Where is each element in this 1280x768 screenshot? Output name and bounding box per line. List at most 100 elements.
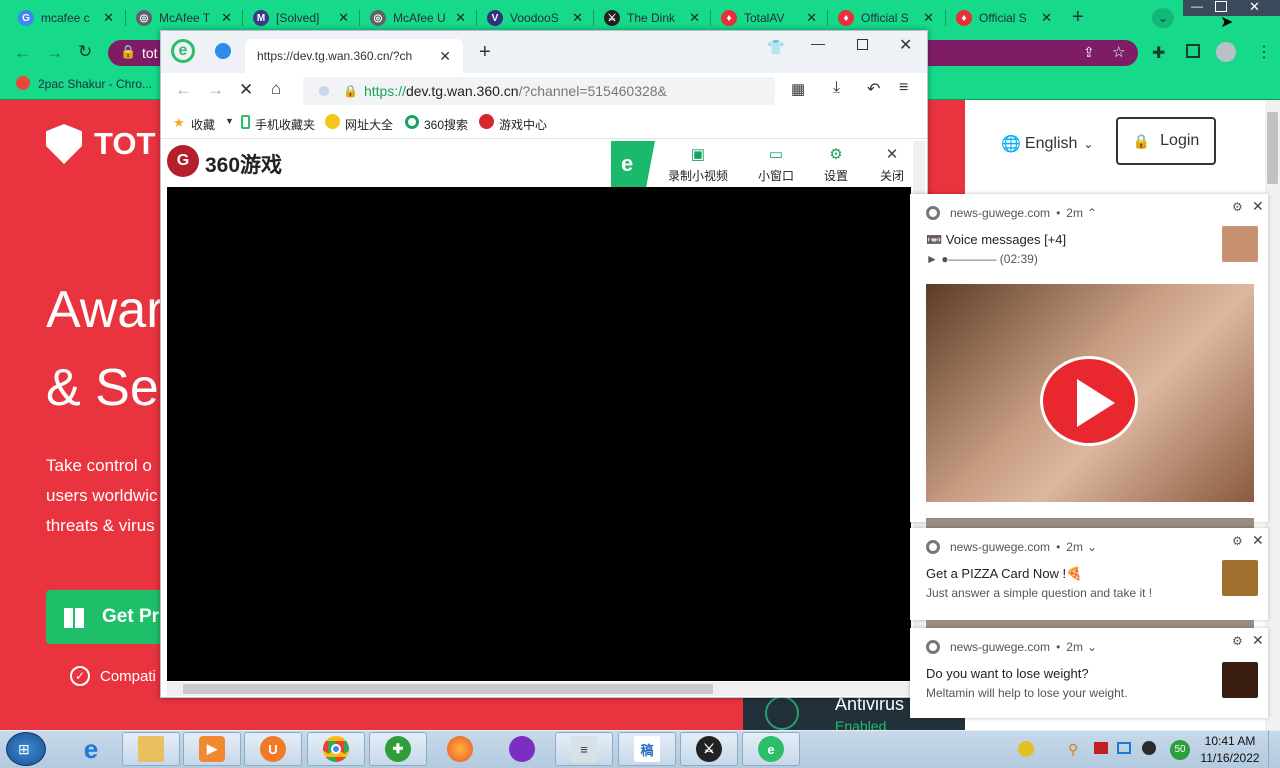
extensions-icon[interactable]: ✚ [1152,43,1165,63]
chrome-tab[interactable]: ♦ Official S ✕ [948,4,1060,32]
chevron-down-icon[interactable]: ⌄ [1087,640,1097,654]
taskbar-firefox[interactable] [432,733,488,765]
b360-logo-icon[interactable]: e [171,39,195,63]
game-canvas[interactable] [167,187,911,681]
b360-back-icon[interactable]: ← [175,80,192,100]
page-scrollbar-thumb[interactable] [1267,112,1278,184]
taskbar-game[interactable]: ⚔ [680,732,738,766]
restore-icon[interactable] [1215,1,1227,12]
taskbar-media[interactable]: ▶ [183,732,241,766]
back-icon[interactable]: ← [14,43,31,63]
b360-send-icon[interactable] [215,43,231,59]
close-icon[interactable]: ✕ [1252,532,1264,549]
settings-button[interactable]: ⚙ 设置 [819,147,853,184]
b360-tab-close-icon[interactable]: ✕ [439,48,451,65]
tab-close-icon[interactable]: ✕ [103,10,114,26]
tab-close-icon[interactable]: ✕ [689,10,700,26]
b360-stop-icon[interactable]: ✕ [239,80,253,100]
chevron-down-icon[interactable]: ⌄ [1087,540,1097,554]
b360-menu-icon[interactable]: ≡ [899,79,908,97]
b360-tab[interactable]: https://dev.tg.wan.360.cn/?ch ✕ [245,39,463,73]
chrome-tab[interactable]: ⚔ The Dink ✕ [596,4,708,32]
b360-skin-icon[interactable]: 👕 [767,39,784,56]
reload-icon[interactable]: ↻ [78,42,92,62]
taskbar-uc[interactable]: U [244,732,302,766]
b360-close-icon[interactable]: ✕ [899,35,912,55]
close-icon[interactable]: ✕ [1252,632,1264,649]
chrome-tab[interactable]: ◎ McAfee U ✕ [362,4,474,32]
profile-icon[interactable] [1216,42,1236,62]
start-button[interactable]: ⊞ [6,732,46,766]
menu-icon[interactable]: ⋮ [1256,42,1272,62]
monitor-icon[interactable] [1117,742,1131,754]
b360-minimize-icon[interactable]: — [811,35,825,51]
b360-bookmark-mobile[interactable]: 手机收藏夹 [255,116,315,133]
clock-time[interactable]: 10:41 AM [1200,734,1260,748]
close-window-icon[interactable]: ✕ [1249,0,1260,15]
star-icon[interactable]: ☆ [1112,43,1125,61]
share-icon[interactable]: ⇪ [1083,44,1095,61]
minimize-icon[interactable]: — [1191,0,1203,13]
notification-card[interactable]: news-guwege.com • 2m ⌃ ⚙ ✕ 📼 Voice messages… [910,194,1268,522]
taskbar-notepad[interactable]: ≡ [555,732,613,766]
gear-icon[interactable]: ⚙ [1232,200,1243,214]
b360-new-tab-button[interactable]: + [479,41,491,64]
search-icon[interactable]: ⚲ [1068,741,1078,758]
gear-icon[interactable]: ⚙ [1232,634,1243,648]
game-scrollbar-thumb[interactable] [183,684,713,694]
close-game-button[interactable]: ✕ 关闭 [875,147,909,184]
taskbar-360browser[interactable]: e [742,732,800,766]
notification-image[interactable] [926,284,1254,502]
flag-icon[interactable] [1094,742,1108,754]
b360-download-icon[interactable]: ⤓ [833,79,840,97]
chevron-up-icon[interactable]: ⌃ [1087,206,1097,220]
login-button[interactable]: 🔒 Login [1116,117,1216,165]
b360-undo-icon[interactable]: ↶ [867,79,880,99]
tray-icon[interactable] [1018,741,1034,757]
taskbar-ie[interactable]: e [66,733,116,765]
taskbar-explorer[interactable] [122,732,180,766]
b360-bookmark-fav[interactable]: 收藏 [191,116,215,133]
tab-close-icon[interactable]: ✕ [923,10,934,26]
taskbar-mask[interactable] [494,733,550,765]
gear-icon[interactable]: ⚙ [1232,534,1243,548]
tab-search-icon[interactable]: ⌄ [1152,8,1174,28]
chrome-tab[interactable]: V VoodooS ✕ [479,4,591,32]
b360-apps-icon[interactable]: ▦ [791,80,805,98]
sidepanel-icon[interactable] [1186,44,1200,58]
tab-close-icon[interactable]: ✕ [572,10,583,26]
tray-badge[interactable]: 50 [1170,740,1190,760]
show-desktop-button[interactable] [1268,730,1280,768]
bookmark-item[interactable]: 2pac Shakur - Chro... [38,77,152,91]
tab-close-icon[interactable]: ✕ [1041,10,1052,26]
notification-card[interactable]: news-guwege.com • 2m ⌄ ⚙ ✕ Do you want to l… [910,628,1268,718]
b360-bookmark-games[interactable]: 游戏中心 [499,116,547,133]
tab-close-icon[interactable]: ✕ [221,10,232,26]
notification-card[interactable]: news-guwege.com • 2m ⌄ ⚙ ✕ Get a PIZZA Card… [910,528,1268,620]
chrome-tab[interactable]: M [Solved] ✕ [245,4,357,32]
caret-down-icon[interactable]: ▼ [225,116,234,126]
tab-close-icon[interactable]: ✕ [806,10,817,26]
record-video-button[interactable]: ▣ 录制小视频 [666,147,730,184]
taskbar-draft[interactable]: 稿 [618,732,676,766]
b360-bookmark-search[interactable]: 360搜索 [424,116,468,133]
mini-window-button[interactable]: ▭ 小窗口 [753,147,799,184]
b360-maximize-icon[interactable] [857,39,868,50]
b360-forward-icon[interactable]: → [207,80,224,100]
play-icon[interactable] [1040,356,1138,446]
close-icon[interactable]: ✕ [1252,198,1264,215]
chrome-tab[interactable]: Gmcafee c ✕ [10,4,122,32]
b360-bookmark-hao[interactable]: 网址大全 [345,116,393,133]
tab-close-icon[interactable]: ✕ [455,10,466,26]
speaker-icon[interactable] [1142,741,1156,755]
site-logo[interactable]: TOT [46,124,155,164]
b360-home-icon[interactable]: ⌂ [271,79,281,99]
forward-icon[interactable]: → [46,43,63,63]
chrome-tab[interactable]: ♦ Official S ✕ [830,4,942,32]
tab-close-icon[interactable]: ✕ [338,10,349,26]
chrome-tab[interactable]: ♦ TotalAV ✕ [713,4,825,32]
new-tab-button[interactable]: + [1072,6,1084,29]
clock-date[interactable]: 11/16/2022 [1196,751,1264,765]
chrome-tab[interactable]: ◎ McAfee T ✕ [128,4,240,32]
taskbar-chrome[interactable] [307,732,365,766]
